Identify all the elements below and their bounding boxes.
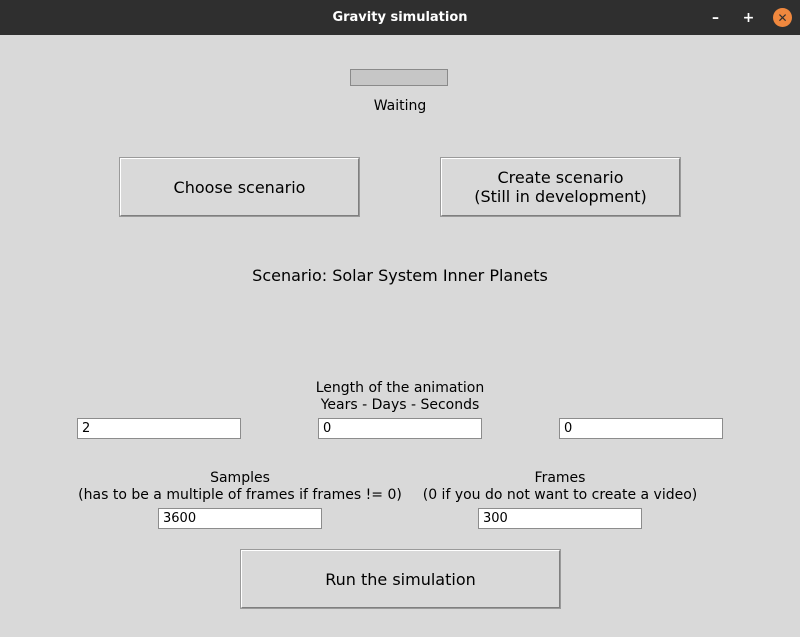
length-units: Years - Days - Seconds	[320, 397, 480, 413]
choose-scenario-label: Choose scenario	[173, 177, 306, 197]
length-label: Length of the animation Years - Days - S…	[250, 380, 550, 414]
maximize-icon: +	[742, 9, 755, 26]
days-input[interactable]	[318, 418, 482, 439]
title-bar: Gravity simulation – + ✕	[0, 0, 800, 35]
close-icon: ✕	[777, 10, 788, 25]
frames-input[interactable]	[478, 508, 642, 529]
frames-title: Frames	[534, 470, 586, 486]
maximize-button[interactable]: +	[739, 8, 758, 27]
create-scenario-label: Create scenario	[497, 168, 624, 187]
samples-input[interactable]	[158, 508, 322, 529]
close-button[interactable]: ✕	[773, 8, 792, 27]
create-scenario-button[interactable]: Create scenario (Still in development)	[441, 158, 680, 216]
choose-scenario-button[interactable]: Choose scenario	[120, 158, 359, 216]
run-simulation-button[interactable]: Run the simulation	[241, 550, 560, 608]
minimize-button[interactable]: –	[706, 8, 725, 27]
length-title: Length of the animation	[315, 380, 485, 396]
samples-hint: (has to be a multiple of frames if frame…	[78, 487, 402, 503]
window-title: Gravity simulation	[332, 10, 468, 25]
scenario-label: Scenario: Solar System Inner Planets	[252, 266, 548, 285]
create-scenario-note: (Still in development)	[474, 187, 647, 206]
status-label: Waiting	[373, 98, 427, 114]
years-input[interactable]	[77, 418, 241, 439]
run-simulation-label: Run the simulation	[325, 569, 476, 589]
frames-hint: (0 if you do not want to create a video)	[422, 487, 698, 503]
samples-title: Samples	[210, 470, 270, 486]
progress-bar	[350, 69, 448, 86]
frames-label: Frames (0 if you do not want to create a…	[400, 470, 720, 504]
minimize-icon: –	[712, 9, 719, 26]
samples-label: Samples (has to be a multiple of frames …	[60, 470, 420, 504]
seconds-input[interactable]	[559, 418, 723, 439]
